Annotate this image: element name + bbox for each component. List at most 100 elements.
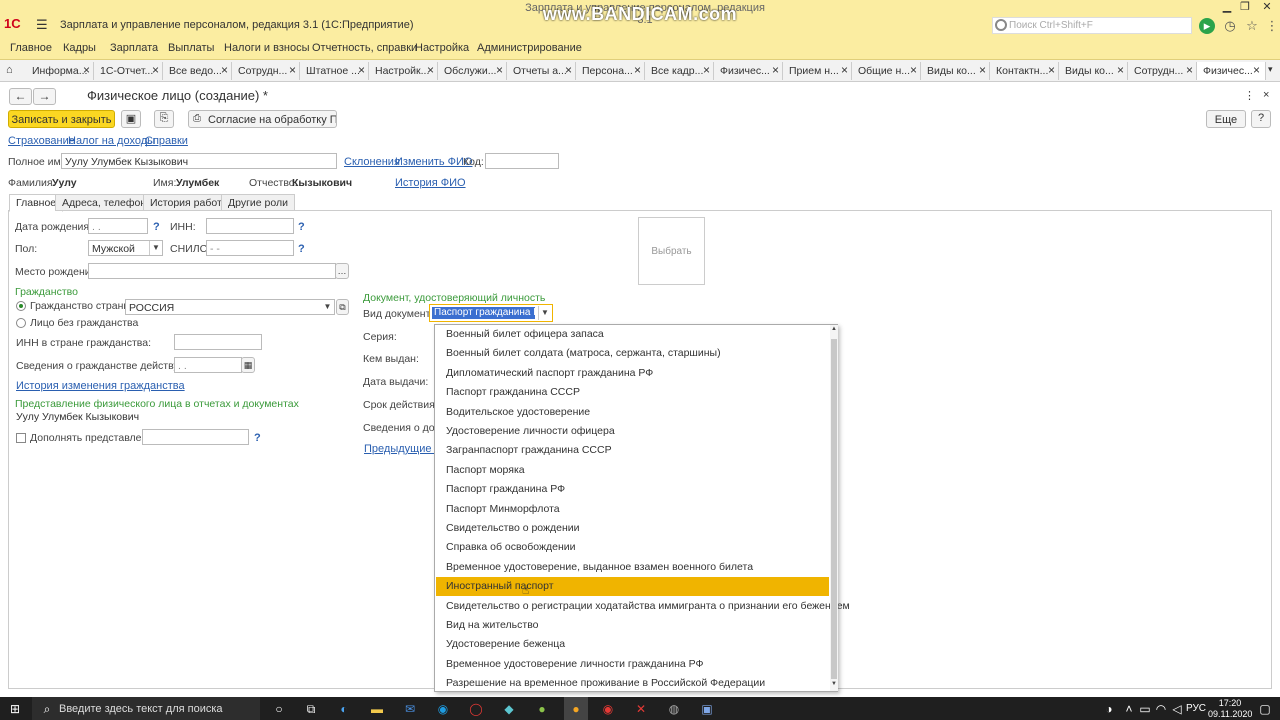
tabs-more-icon[interactable]: ▾ [1268,64,1278,78]
tab-close-icon[interactable]: × [841,63,851,77]
restore-icon[interactable]: ❐ [1237,0,1253,14]
dropdown-option[interactable]: Загранпаспорт гражданина СССР [436,441,829,460]
tray-icon[interactable]: ◑ [1100,700,1118,718]
language-indicator[interactable]: РУС [1186,703,1206,715]
country-dropdown-icon[interactable]: ▼ [321,300,334,314]
dropdown-option[interactable]: Свидетельство о регистрации ходатайства … [436,597,850,616]
dropdown-option[interactable]: Временное удостоверение, выданное взамен… [436,558,829,577]
favorites-icon[interactable]: ☆ [1244,18,1260,34]
scroll-up-icon[interactable]: ▲ [831,326,837,336]
code-field[interactable] [485,153,559,169]
volume-icon[interactable]: ◁ [1168,700,1186,718]
pdn-consent-button[interactable]: Согласие на обработку ПДн... [188,110,337,128]
fullname-field[interactable]: Уулу Улумбек Кызыкович [61,153,337,169]
country-open-icon[interactable]: ⧉ [336,299,349,315]
tab-close-icon[interactable]: × [910,63,920,77]
close-icon[interactable]: ✕ [1259,0,1275,14]
tab-close-icon[interactable]: × [83,63,93,77]
app-icon[interactable]: ◆ [500,700,518,718]
tab-close-icon[interactable]: × [979,63,989,77]
windows-start-icon[interactable]: ⊞ [6,700,24,718]
previous-docs-link[interactable]: Предыдущие удо [364,443,452,457]
app-icon[interactable]: ▣ [698,700,716,718]
form-close-icon[interactable]: × [1263,89,1273,103]
certificates-link[interactable]: Справки [145,135,188,149]
tab-close-icon[interactable]: × [1117,63,1127,77]
logo-1c-icon[interactable]: 1С [4,16,30,31]
birthplace-field[interactable] [88,263,336,279]
tab-close-icon[interactable]: × [358,63,368,77]
main-menu-icon[interactable]: ☰ [36,18,50,31]
edge-icon[interactable]: ◐ [335,700,353,718]
dropdown-option[interactable]: Свидетельство о рождении [436,519,829,538]
tab-close-icon[interactable]: × [221,63,231,77]
browser-icon[interactable]: ◉ [434,700,452,718]
forward-icon[interactable]: → [33,88,56,105]
1c-app-icon[interactable]: ● [567,700,585,718]
notifications-icon[interactable]: ▸ [1199,18,1215,34]
inn-country-field[interactable] [174,334,262,350]
dropdown-option[interactable]: Военный билет офицера запаса [436,325,829,344]
dropdown-option-selected[interactable]: Иностранный паспорт [436,577,829,596]
app-icon[interactable]: ◍ [665,700,683,718]
tab-close-icon[interactable]: × [1186,63,1196,77]
citizenship-radio[interactable] [16,301,26,311]
form-menu-icon[interactable]: ⋮ [1244,89,1255,103]
birthdate-help-icon[interactable]: ? [153,221,161,235]
tab-close-icon[interactable]: × [427,63,437,77]
menu-salary[interactable]: Зарплата [110,42,158,56]
citizenship-country-field[interactable]: РОССИЯ [125,299,335,315]
dropdown-option[interactable]: Удостоверение беженца [436,635,829,654]
save-and-close-button[interactable]: Записать и закрыть [8,110,115,128]
app-menu-icon[interactable]: ⋮ [1264,18,1280,34]
more-button[interactable]: Еще [1206,110,1246,128]
supplement-help-icon[interactable]: ? [254,432,262,446]
birthdate-field[interactable]: . . [88,218,148,234]
dropdown-option[interactable]: Паспорт гражданина СССР [436,383,829,402]
help-icon[interactable]: ? [1251,110,1271,128]
insurance-link[interactable]: Страхование [8,135,75,149]
global-search-input[interactable]: Поиск Ctrl+Shift+F [992,17,1192,34]
dropdown-option[interactable]: Дипломатический паспорт гражданина РФ [436,364,829,383]
tab-close-icon[interactable]: × [634,63,644,77]
tab-close-icon[interactable]: × [152,63,162,77]
dropdown-option[interactable]: Паспорт Минморфлота [436,500,829,519]
app-icon[interactable]: ✕ [632,700,650,718]
tab-close-icon[interactable]: × [496,63,506,77]
citizenship-valid-field[interactable]: . . [174,357,242,373]
mail-icon[interactable]: ✉ [401,700,419,718]
dropdown-option[interactable]: Водительское удостоверение [436,403,829,422]
clock-date[interactable]: 09.11.2020 [1208,709,1252,720]
minimize-icon[interactable]: ▁ [1219,0,1235,14]
menu-main[interactable]: Главное [10,42,52,56]
inn-help-icon[interactable]: ? [298,221,306,235]
save-icon[interactable]: ▣ [121,110,141,128]
dropdown-option[interactable]: Военный билет солдата (матроса, сержанта… [436,344,829,363]
stateless-radio[interactable] [16,318,26,328]
opera-icon[interactable]: ◯ [467,700,485,718]
dropdown-option[interactable]: Удостоверение личности офицера [436,422,829,441]
form-tab-other-roles[interactable]: Другие роли [221,194,295,211]
notification-center-icon[interactable]: ▢ [1256,700,1274,718]
explorer-icon[interactable]: ▬ [368,700,386,718]
income-tax-link[interactable]: Налог на доходы [68,135,155,149]
fio-history-link[interactable]: История ФИО [395,177,466,191]
attach-icon[interactable]: ⎘ [154,110,174,128]
scroll-down-icon[interactable]: ▼ [831,681,837,691]
dropdown-option[interactable]: Временное удостоверение личности граждан… [436,655,829,674]
inn-field[interactable] [206,218,294,234]
menu-admin[interactable]: Администрирование [477,42,582,56]
menu-taxes[interactable]: Налоги и взносы [224,42,310,56]
record-icon[interactable]: ◉ [599,700,617,718]
dropdown-option[interactable]: Паспорт гражданина РФ [436,480,829,499]
doc-type-dropdown-icon[interactable]: ▼ [538,306,551,320]
birthplace-choose-button[interactable]: … [335,263,349,279]
clock-time[interactable]: 17:20 [1208,698,1252,709]
history-icon[interactable]: ◷ [1222,18,1238,34]
photo-choose-button[interactable]: Выбрать [638,217,705,285]
tab-close-icon[interactable]: × [772,63,782,77]
supplement-checkbox[interactable] [16,433,26,443]
cortana-icon[interactable]: ○ [270,700,288,718]
gender-dropdown-icon[interactable]: ▼ [149,241,162,255]
change-fio-link[interactable]: Изменить ФИО [395,156,473,170]
